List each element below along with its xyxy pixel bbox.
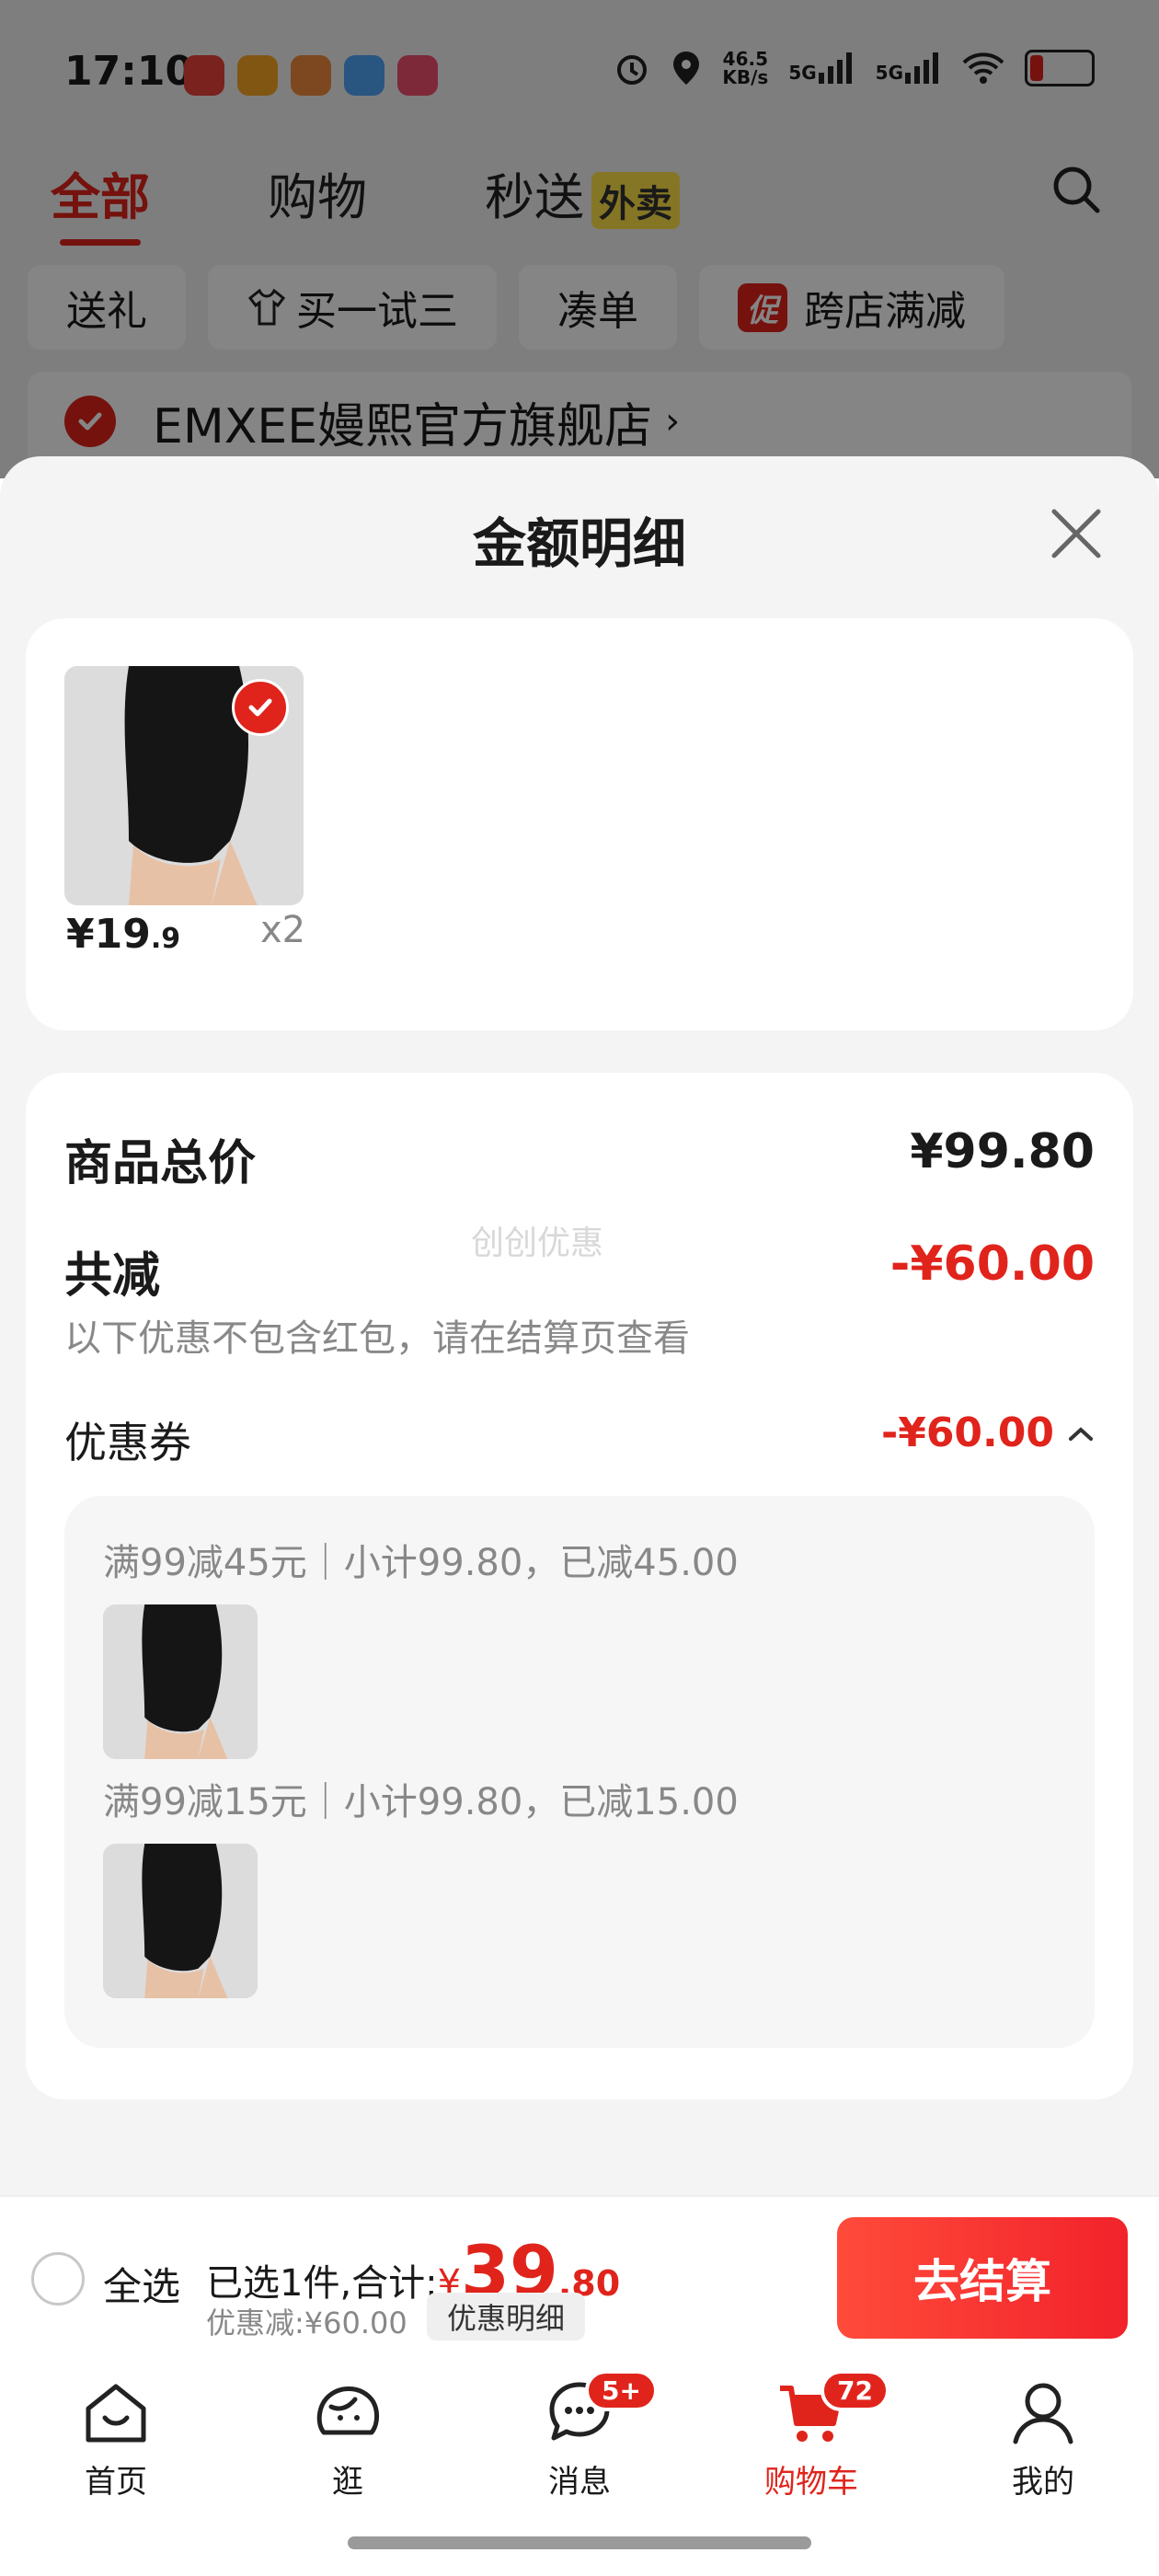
amount-detail-sheet: 金额明细 ¥19.9 x2 商品总价 ¥99.80 共减 创创优惠 -¥60.0… (0, 456, 1159, 2195)
product-price: ¥19.9 (66, 911, 181, 958)
home-icon (86, 2384, 146, 2443)
cart-badge: 72 (820, 2370, 889, 2411)
coupon-value: -¥60.00 (880, 1409, 1054, 1456)
tab-cart[interactable]: 购物车 72 (738, 2370, 889, 2501)
home-indicator[interactable] (348, 2536, 811, 2549)
tab-cart-label: 购物车 (764, 2464, 858, 2501)
discount-note: 以下优惠不包含红包，请在结算页查看 (64, 1317, 690, 1360)
tab-home[interactable]: 首页 (42, 2375, 189, 2501)
coupon-detail-box: 满99减45元｜小计99.80，已减45.00 满99减15元｜小计99.80，… (64, 1496, 1095, 2048)
product-quantity: x2 (260, 909, 306, 951)
sheet-title: 金额明细 (472, 512, 686, 575)
coupon-detail-line: 满99减15元｜小计99.80，已减15.00 (103, 1781, 739, 1823)
reduce-label: 共减 (64, 1248, 161, 1304)
select-all-radio[interactable] (31, 2252, 85, 2306)
chevron-up-icon (1069, 1426, 1093, 1441)
coupon-detail-line: 满99减45元｜小计99.80，已减45.00 (103, 1542, 739, 1584)
checkout-bar: 全选 已选1件,合计:¥39.80 优惠减:¥60.00 优惠明细 去结算 (0, 2195, 1159, 2359)
coupon-label: 优惠券 (64, 1418, 191, 1467)
discount-amount: 优惠减:¥60.00 (206, 2306, 407, 2340)
selected-check-icon[interactable] (232, 679, 289, 736)
tab-messages[interactable]: 消息 5+ (506, 2370, 658, 2501)
discount-detail-button[interactable]: 优惠明细 (427, 2293, 586, 2340)
watermark: 创创优惠 (471, 1225, 604, 1262)
close-icon[interactable] (1047, 504, 1106, 563)
coupon-item-image[interactable] (103, 1844, 258, 1998)
summary-card: 商品总价 ¥99.80 共减 创创优惠 -¥60.00 以下优惠不包含红包，请在… (26, 1073, 1133, 2099)
total-price-value: ¥99.80 (910, 1124, 1095, 1179)
dim-overlay[interactable] (0, 0, 1159, 478)
select-all-label[interactable]: 全选 (103, 2256, 180, 2312)
browse-icon (316, 2386, 379, 2435)
tab-browse-label: 逛 (332, 2464, 363, 2501)
product-card: ¥19.9 x2 (26, 618, 1133, 1030)
tab-home-label: 首页 (85, 2464, 147, 2501)
tab-profile-label: 我的 (1012, 2464, 1074, 2501)
selected-count: 已选1件,合计: (206, 2262, 438, 2305)
total-price-label: 商品总价 (64, 1136, 257, 1191)
message-badge: 5+ (585, 2370, 658, 2411)
profile-icon (1013, 2383, 1073, 2444)
tab-browse[interactable]: 逛 (274, 2375, 421, 2501)
tab-messages-label: 消息 (548, 2464, 611, 2501)
checkout-button[interactable]: 去结算 (837, 2217, 1128, 2339)
coupon-toggle[interactable]: -¥60.00 (881, 1409, 1095, 1456)
reduce-value: -¥60.00 (889, 1236, 1095, 1292)
tab-profile[interactable]: 我的 (970, 2375, 1117, 2501)
coupon-item-image[interactable] (103, 1604, 258, 1759)
